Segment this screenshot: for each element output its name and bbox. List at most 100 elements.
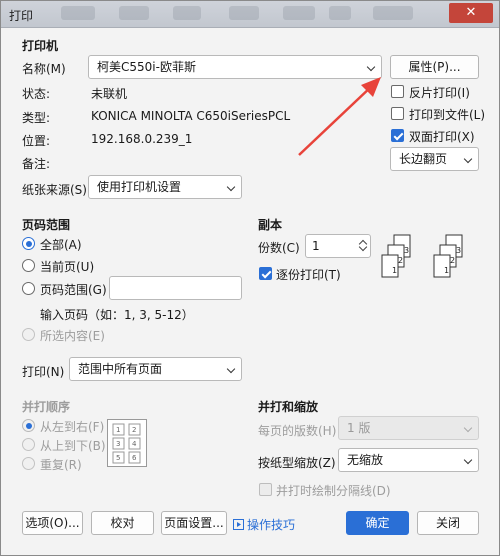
range-selection-label: 所选内容(E) — [40, 329, 105, 343]
annotation-arrow-icon — [298, 77, 381, 156]
order-cell: 2 — [132, 426, 136, 434]
order-cell: 6 — [132, 454, 137, 462]
collate-page-number: 1 — [444, 266, 449, 275]
printer-section-title: 打印机 — [22, 39, 59, 53]
status-label: 状态: — [22, 87, 51, 101]
paper-source-select[interactable]: 使用打印机设置 — [88, 175, 242, 199]
pages-per-sheet-select[interactable]: 1 版 — [338, 416, 479, 440]
duplex-label: 双面打印(X) — [409, 130, 475, 144]
collate-page-number: 3 — [404, 246, 409, 255]
collate-pages-icon: 3 2 1 3 2 1 — [381, 234, 463, 278]
status-value: 未联机 — [91, 87, 128, 101]
reverse-print-checkbox[interactable] — [391, 85, 404, 98]
order-repeat-radio[interactable] — [22, 457, 35, 470]
proof-button[interactable]: 校对 — [91, 511, 154, 535]
page-range-title: 页码范围 — [22, 218, 71, 232]
range-selection-radio[interactable] — [22, 328, 35, 341]
type-value: KONICA MINOLTA C650iSeriesPCL — [91, 109, 291, 123]
copies-count-input[interactable]: 1 — [305, 234, 371, 258]
order-left-to-right-label: 从左到右(F) — [40, 420, 105, 434]
blurred-tab — [329, 6, 351, 20]
paper-source-value: 使用打印机设置 — [97, 180, 182, 194]
window-title: 打印 — [9, 9, 34, 23]
type-label: 类型: — [22, 111, 51, 125]
copies-count-label: 份数(C) — [258, 241, 300, 255]
options-button[interactable]: 选项(O)... — [22, 511, 83, 535]
page-range-hint: 输入页码（如：1, 3, 5-12） — [40, 308, 194, 322]
copies-count-value: 1 — [312, 239, 320, 253]
duplex-mode-select[interactable]: 长边翻页 — [390, 147, 479, 171]
print-to-file-label: 打印到文件(L) — [409, 108, 486, 122]
order-cell: 4 — [132, 440, 137, 448]
order-cell: 5 — [116, 454, 120, 462]
collate-page-number: 2 — [450, 256, 455, 265]
scale-label: 按纸型缩放(Z) — [258, 456, 336, 470]
location-value: 192.168.0.239_1 — [91, 132, 193, 146]
range-pages-radio[interactable] — [22, 282, 35, 295]
spinner-arrows-icon[interactable] — [358, 238, 368, 254]
range-all-label: 全部(A) — [40, 238, 82, 252]
blurred-tab — [61, 6, 95, 20]
page-range-input[interactable] — [109, 276, 242, 300]
ok-button[interactable]: 确定 — [346, 511, 409, 535]
printer-name-label: 名称(M) — [22, 62, 66, 76]
collate-label: 逐份打印(T) — [276, 268, 341, 282]
chevron-down-icon — [463, 154, 473, 164]
print-to-file-checkbox[interactable] — [391, 107, 404, 120]
scale-select[interactable]: 无缩放 — [338, 448, 479, 472]
collate-checkbox[interactable] — [259, 267, 272, 280]
paper-source-label: 纸张来源(S) — [22, 183, 87, 197]
blurred-tab — [283, 6, 315, 20]
collate-page-number: 1 — [392, 266, 397, 275]
collate-page-number: 2 — [398, 256, 403, 265]
draw-divider-label: 并打时绘制分隔线(D) — [276, 484, 391, 498]
blurred-tab — [229, 6, 259, 20]
blurred-tab — [373, 6, 413, 20]
title-bar[interactable]: 打印 ✕ — [1, 1, 499, 28]
tips-link[interactable]: 操作技巧 — [233, 516, 295, 533]
reverse-print-label: 反片打印(I) — [409, 86, 470, 100]
zoom-title: 并打和缩放 — [258, 400, 319, 414]
draw-divider-checkbox[interactable] — [259, 483, 272, 496]
order-title: 并打顺序 — [22, 400, 71, 414]
chevron-down-icon — [463, 455, 473, 465]
pages-per-sheet-value: 1 版 — [347, 421, 371, 435]
play-icon — [233, 519, 244, 530]
chevron-down-icon — [366, 62, 376, 72]
scale-value: 无缩放 — [347, 453, 384, 467]
order-cell: 1 — [116, 426, 120, 434]
chevron-down-icon — [226, 182, 236, 192]
close-icon: ✕ — [465, 5, 477, 20]
close-window-button[interactable]: ✕ — [449, 3, 493, 23]
tips-label: 操作技巧 — [247, 518, 296, 532]
blurred-tab — [173, 6, 201, 20]
order-preview-icon: 1 2 3 4 5 6 — [107, 419, 147, 467]
order-left-to-right-radio[interactable] — [22, 419, 35, 432]
chevron-down-icon — [463, 423, 473, 433]
order-cell: 3 — [116, 440, 120, 448]
close-button[interactable]: 关闭 — [417, 511, 479, 535]
range-current-label: 当前页(U) — [40, 260, 95, 274]
range-current-radio[interactable] — [22, 259, 35, 272]
page-setup-button[interactable]: 页面设置... — [161, 511, 227, 535]
order-repeat-label: 重复(R) — [40, 458, 82, 472]
print-what-label: 打印(N) — [22, 365, 65, 379]
print-what-value: 范围中所有页面 — [78, 362, 163, 376]
chevron-down-icon — [226, 364, 236, 374]
order-top-to-bottom-label: 从上到下(B) — [40, 439, 106, 453]
range-all-radio[interactable] — [22, 237, 35, 250]
collate-page-number: 3 — [456, 246, 461, 255]
properties-button[interactable]: 属性(P)... — [390, 55, 479, 79]
blurred-tab — [119, 6, 149, 20]
print-what-select[interactable]: 范围中所有页面 — [69, 357, 242, 381]
duplex-checkbox[interactable] — [391, 129, 404, 142]
print-dialog: 打印 ✕ 打印机 名称(M) 柯美C550i-欧菲斯 属性(P)... 状态: … — [0, 0, 500, 556]
printer-name-value: 柯美C550i-欧菲斯 — [97, 60, 196, 74]
order-top-to-bottom-radio[interactable] — [22, 438, 35, 451]
pages-per-sheet-label: 每页的版数(H) — [258, 424, 337, 438]
copies-title: 副本 — [258, 218, 283, 232]
comment-label: 备注: — [22, 157, 51, 171]
location-label: 位置: — [22, 134, 51, 148]
duplex-mode-value: 长边翻页 — [399, 152, 448, 166]
range-pages-label: 页码范围(G) — [40, 283, 107, 297]
